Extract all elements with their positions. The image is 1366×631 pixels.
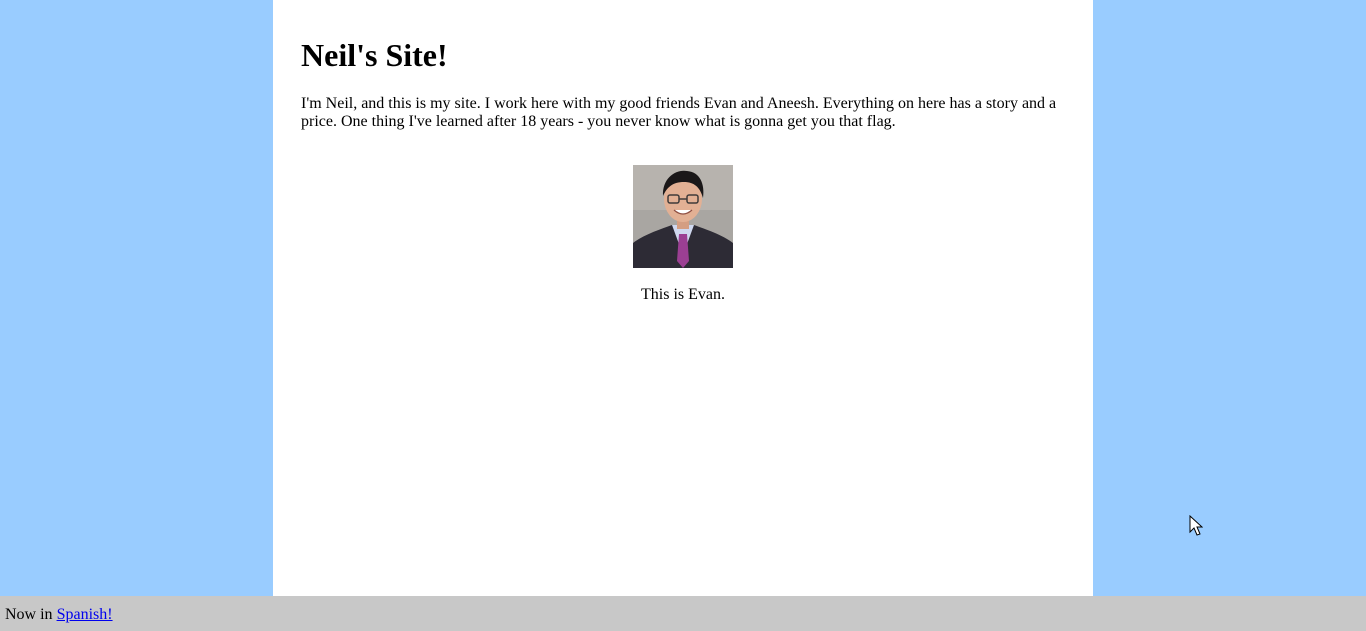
mouse-pointer-icon [1189, 515, 1203, 536]
evan-photo [633, 165, 733, 268]
content-panel: Neil's Site! I'm Neil, and this is my si… [273, 0, 1093, 596]
page-title: Neil's Site! [301, 37, 448, 73]
photo-caption: This is Evan. [641, 286, 725, 303]
spanish-link[interactable]: Spanish! [57, 606, 113, 623]
footer-text: Now in Spanish! [5, 606, 113, 624]
footer-prefix: Now in [5, 606, 57, 623]
footer-bar: Now in Spanish! [0, 596, 1366, 631]
intro-text: I'm Neil, and this is my site. I work he… [301, 95, 1057, 130]
